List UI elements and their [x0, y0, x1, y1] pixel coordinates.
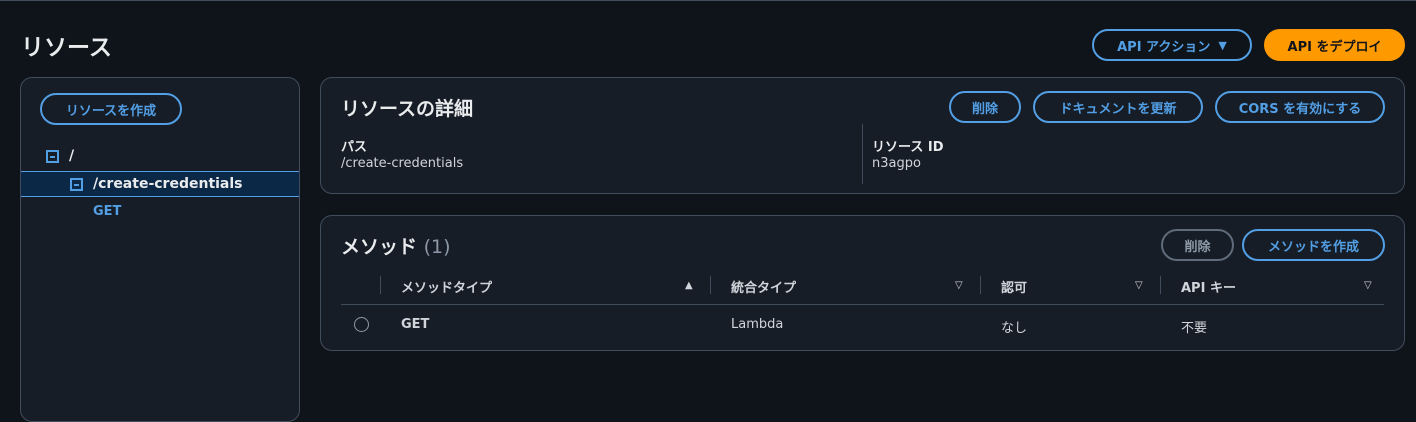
tree-item-root[interactable]: /: [46, 148, 74, 164]
table-header-divider: [341, 304, 1384, 305]
header-separator: [980, 276, 981, 294]
integration-type-cell: Lambda: [731, 317, 784, 332]
tree-item-label: /: [69, 148, 75, 164]
methods-count: (1): [423, 236, 451, 258]
tree-item-create-credentials[interactable]: /create-credentials: [70, 176, 243, 192]
tree-item-label: /create-credentials: [93, 176, 243, 192]
sort-toggle-icon[interactable]: ▽: [1135, 280, 1143, 291]
column-header-api-key[interactable]: API キー: [1181, 277, 1236, 296]
collapse-icon[interactable]: [46, 149, 59, 163]
top-border: [0, 0, 1416, 1]
create-method-button[interactable]: メソッドを作成: [1242, 229, 1385, 261]
header-separator: [710, 276, 711, 294]
column-header-method-type[interactable]: メソッドタイプ: [401, 277, 492, 296]
path-value: /create-credentials: [341, 156, 464, 171]
collapse-icon[interactable]: [70, 177, 83, 191]
delete-method-button[interactable]: 削除: [1161, 229, 1234, 261]
column-header-authorization[interactable]: 認可: [1001, 277, 1027, 296]
api-key-cell: 不要: [1181, 321, 1208, 336]
sort-ascending-icon[interactable]: ▲: [685, 280, 693, 291]
resource-tree-panel: [20, 77, 300, 422]
resource-details-title: リソースの詳細: [341, 98, 474, 120]
enable-cors-button[interactable]: CORS を有効にする: [1215, 91, 1385, 123]
api-actions-label: API アクション: [1117, 39, 1211, 55]
path-label: パス: [341, 140, 368, 155]
method-type-cell[interactable]: GET: [401, 317, 429, 332]
page-title: リソース: [21, 35, 112, 61]
resource-id-value: n3agpo: [872, 156, 921, 171]
methods-title-text: メソッド: [341, 236, 418, 258]
column-divider: [862, 124, 863, 184]
row-select-radio[interactable]: [354, 317, 369, 332]
create-resource-button[interactable]: リソースを作成: [40, 93, 182, 125]
header-separator: [1160, 276, 1161, 294]
sort-toggle-icon[interactable]: ▽: [955, 280, 963, 291]
deploy-api-button[interactable]: API をデプロイ: [1264, 29, 1405, 61]
authorization-cell: なし: [1001, 321, 1028, 336]
resource-id-label: リソース ID: [872, 140, 944, 155]
api-actions-dropdown[interactable]: API アクション ▼: [1092, 29, 1252, 61]
column-header-integration-type[interactable]: 統合タイプ: [731, 277, 796, 296]
sort-toggle-icon[interactable]: ▽: [1364, 280, 1372, 291]
caret-down-icon: ▼: [1218, 38, 1227, 52]
tree-item-get[interactable]: GET: [93, 204, 121, 219]
methods-title: メソッド (1): [341, 232, 451, 259]
update-documentation-button[interactable]: ドキュメントを更新: [1033, 91, 1203, 123]
header-separator: [380, 276, 381, 294]
delete-resource-button[interactable]: 削除: [949, 91, 1021, 123]
